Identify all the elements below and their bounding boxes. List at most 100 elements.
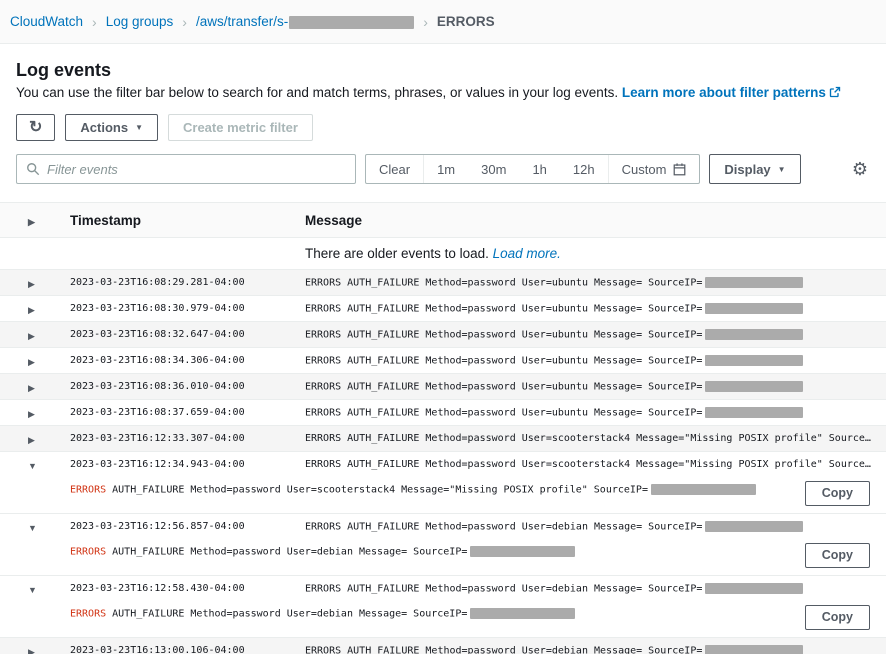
load-more-link[interactable]: Load more.: [493, 246, 561, 261]
log-row-main[interactable]: ▶2023-03-23T16:08:36.010-04:00ERRORS AUT…: [0, 374, 886, 399]
log-row-main[interactable]: ▶2023-03-23T16:08:30.979-04:00ERRORS AUT…: [0, 296, 886, 321]
time-range-clear-button[interactable]: Clear: [366, 155, 423, 183]
row-message: ERRORS AUTH_FAILURE Method=password User…: [305, 355, 886, 367]
collapse-row-icon[interactable]: ▼: [28, 461, 37, 471]
external-link-icon: [829, 86, 841, 98]
row-message: ERRORS AUTH_FAILURE Method=password User…: [305, 521, 886, 533]
row-timestamp: 2023-03-23T16:12:33.307-04:00: [70, 433, 305, 444]
log-row-main[interactable]: ▶ 2023-03-23T16:08:34.306-04:00ERRORS AUT…: [0, 348, 886, 373]
log-row: ▶ 2023-03-23T16:08:34.306-04:00ERRORS AUT…: [0, 347, 886, 373]
expander-cell: ▶: [16, 404, 70, 422]
expand-row-icon[interactable]: ▶: [28, 647, 35, 654]
copy-button[interactable]: Copy: [805, 543, 870, 568]
column-header-timestamp: Timestamp: [70, 213, 305, 228]
log-row: ▶2023-03-23T16:08:29.281-04:00ERRORS AUT…: [0, 269, 886, 295]
time-range-custom-button[interactable]: Custom: [609, 155, 700, 183]
row-message: ERRORS AUTH_FAILURE Method=password User…: [305, 277, 886, 289]
breadcrumb-current: ERRORS: [437, 14, 495, 29]
redacted-text: [705, 277, 803, 288]
log-row: ▶2023-03-23T16:12:33.307-04:00ERRORS AUT…: [0, 425, 886, 451]
log-row: ▶ 2023-03-23T16:13:00.106-04:00ERRORS AUT…: [0, 637, 886, 654]
log-group-name: /aws/transfer/s-: [196, 14, 288, 29]
description-text: You can use the filter bar below to sear…: [16, 85, 618, 100]
expand-row-icon[interactable]: ▶: [28, 357, 35, 367]
expander-cell: ▶: [16, 352, 70, 370]
log-row: ▼2023-03-23T16:12:58.430-04:00ERRORS AUT…: [0, 575, 886, 637]
expander-cell: ▶: [16, 326, 70, 344]
row-timestamp: 2023-03-23T16:08:32.647-04:00: [70, 329, 305, 340]
log-row-main[interactable]: ▶2023-03-23T16:08:29.281-04:00ERRORS AUT…: [0, 270, 886, 295]
expander-cell: ▶: [16, 300, 70, 318]
log-row: ▶2023-03-23T16:08:37.659-04:00ERRORS AUT…: [0, 399, 886, 425]
older-events-text: There are older events to load.: [305, 246, 489, 261]
log-row-detail: ERRORS AUTH_FAILURE Method=password User…: [0, 477, 886, 513]
redacted-text: [705, 407, 803, 418]
refresh-button[interactable]: ↻: [16, 114, 55, 141]
row-message: ERRORS AUTH_FAILURE Method=password User…: [305, 329, 886, 341]
expand-row-icon[interactable]: ▶: [28, 435, 35, 445]
breadcrumb-log-group[interactable]: /aws/transfer/s-: [196, 14, 414, 29]
expander-cell: ▶: [16, 378, 70, 396]
redacted-text: [705, 521, 803, 532]
redacted-text: [705, 329, 803, 340]
row-timestamp: 2023-03-23T16:08:34.306-04:00: [70, 355, 305, 366]
log-row-main[interactable]: ▶2023-03-23T16:12:33.307-04:00ERRORS AUT…: [0, 426, 886, 451]
time-range-1h-button[interactable]: 1h: [519, 155, 559, 183]
time-range-1m-button[interactable]: 1m: [424, 155, 468, 183]
collapse-row-icon[interactable]: ▼: [28, 585, 37, 595]
log-row: ▶2023-03-23T16:08:36.010-04:00ERRORS AUT…: [0, 373, 886, 399]
calendar-icon: [673, 163, 686, 176]
expander-cell: ▶: [16, 430, 70, 448]
breadcrumb: CloudWatch › Log groups › /aws/transfer/…: [0, 0, 886, 44]
preferences-button[interactable]: ⚙: [850, 154, 870, 184]
log-row-main[interactable]: ▶2023-03-23T16:08:37.659-04:00ERRORS AUT…: [0, 400, 886, 425]
expand-all-icon[interactable]: ▶: [28, 217, 35, 227]
log-row-main[interactable]: ▼2023-03-23T16:12:34.943-04:00ERRORS AUT…: [0, 452, 886, 477]
page-title: Log events: [16, 60, 870, 81]
expander-cell: ▼: [16, 456, 70, 474]
breadcrumb-cloudwatch[interactable]: CloudWatch: [10, 14, 83, 29]
expand-row-icon[interactable]: ▶: [28, 383, 35, 393]
copy-button[interactable]: Copy: [805, 481, 870, 506]
create-metric-filter-button[interactable]: Create metric filter: [168, 114, 313, 141]
row-timestamp: 2023-03-23T16:13:00.106-04:00: [70, 645, 305, 654]
breadcrumb-separator-icon: ›: [182, 14, 187, 30]
redacted-text: [651, 484, 756, 495]
table-header: ▶ Timestamp Message: [0, 202, 886, 238]
log-row-main[interactable]: ▶ 2023-03-23T16:13:00.106-04:00ERRORS AUT…: [0, 638, 886, 654]
log-row-main[interactable]: ▼2023-03-23T16:12:58.430-04:00ERRORS AUT…: [0, 576, 886, 601]
log-events-panel: Log events You can use the filter bar be…: [0, 44, 886, 184]
error-token: ERRORS: [70, 485, 106, 496]
display-button[interactable]: Display▼: [709, 154, 800, 184]
log-row: ▶ 2023-03-23T16:08:32.647-04:00ERRORS AUT…: [0, 321, 886, 347]
log-row: ▶2023-03-23T16:08:30.979-04:00ERRORS AUT…: [0, 295, 886, 321]
toolbar: ↻ Actions▼ Create metric filter: [16, 114, 870, 141]
error-token: ERRORS: [70, 609, 106, 620]
learn-more-link[interactable]: Learn more about filter patterns: [622, 85, 841, 100]
expand-row-icon[interactable]: ▶: [28, 331, 35, 341]
expand-row-icon[interactable]: ▶: [28, 279, 35, 289]
log-row-main[interactable]: ▶ 2023-03-23T16:08:32.647-04:00ERRORS AUT…: [0, 322, 886, 347]
breadcrumb-log-groups[interactable]: Log groups: [106, 14, 174, 29]
expand-row-icon[interactable]: ▶: [28, 409, 35, 419]
log-row-main[interactable]: ▼2023-03-23T16:12:56.857-04:00ERRORS AUT…: [0, 514, 886, 539]
row-timestamp: 2023-03-23T16:08:30.979-04:00: [70, 303, 305, 314]
time-range-12h-button[interactable]: 12h: [560, 155, 608, 183]
breadcrumb-separator-icon: ›: [423, 14, 428, 30]
row-message: ERRORS AUTH_FAILURE Method=password User…: [305, 645, 886, 654]
collapse-row-icon[interactable]: ▼: [28, 523, 37, 533]
redacted-text: [705, 303, 803, 314]
breadcrumb-separator-icon: ›: [92, 14, 97, 30]
time-range-30m-button[interactable]: 30m: [468, 155, 519, 183]
expand-row-icon[interactable]: ▶: [28, 305, 35, 315]
log-row: ▼2023-03-23T16:12:34.943-04:00ERRORS AUT…: [0, 451, 886, 513]
error-token: ERRORS: [70, 547, 106, 558]
log-detail-text: ERRORS AUTH_FAILURE Method=password User…: [70, 543, 756, 558]
filter-events-input[interactable]: [47, 162, 346, 177]
actions-button[interactable]: Actions▼: [65, 114, 158, 141]
redacted-text: [470, 546, 575, 557]
copy-button[interactable]: Copy: [805, 605, 870, 630]
time-range-group: Clear 1m 30m 1h 12h Custom: [365, 154, 700, 184]
log-detail-text: ERRORS AUTH_FAILURE Method=password User…: [70, 481, 756, 496]
log-detail-text: ERRORS AUTH_FAILURE Method=password User…: [70, 605, 756, 620]
